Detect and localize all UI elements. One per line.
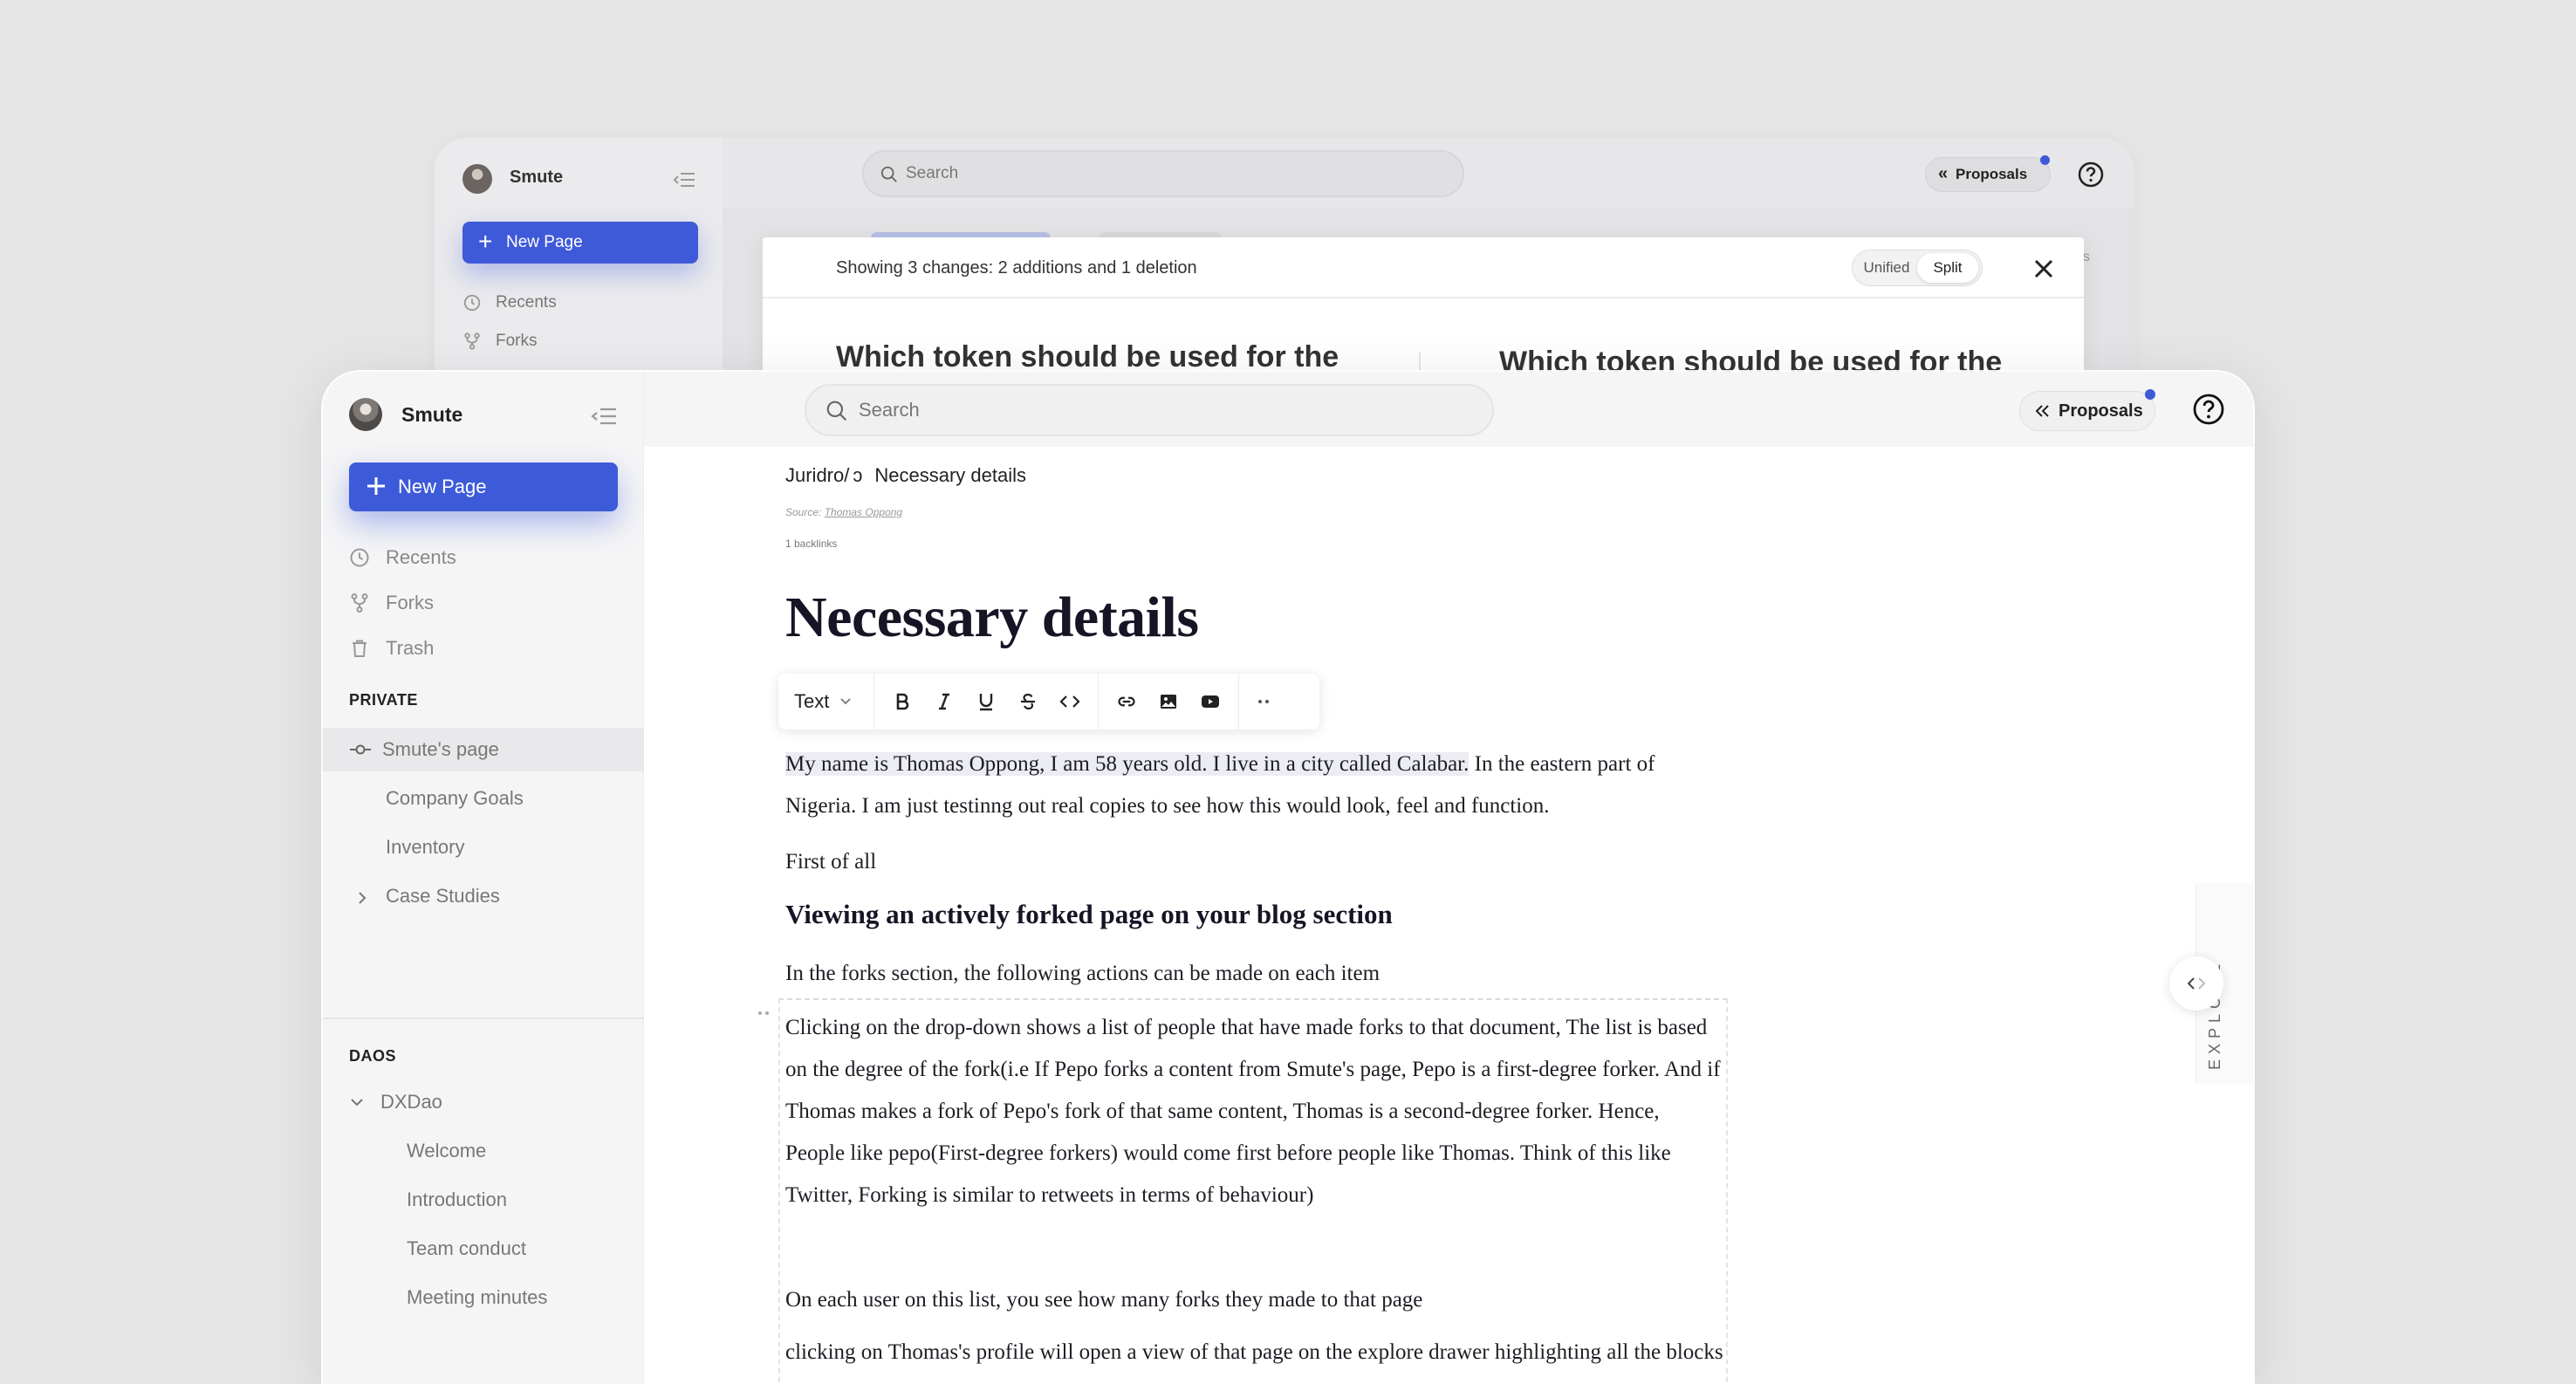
- breadcrumb-root[interactable]: Juridro/: [785, 464, 849, 486]
- drag-handle-icon[interactable]: [756, 1007, 771, 1019]
- chevron-down-icon[interactable]: [349, 1096, 365, 1108]
- underline-icon: [979, 694, 993, 711]
- paragraph-dropdown-explanation[interactable]: Clicking on the drop-down shows a list o…: [785, 1007, 1723, 1216]
- paragraph-first-of-all[interactable]: First of all: [785, 841, 1728, 883]
- search-icon: [880, 166, 897, 182]
- video-button[interactable]: [1189, 682, 1231, 721]
- app-window: Smute New Page Recents Forks Trash PRIVA…: [323, 372, 2253, 1384]
- underline-button[interactable]: [965, 682, 1007, 721]
- clock-icon: [350, 548, 369, 567]
- close-icon[interactable]: [2030, 255, 2058, 283]
- back-avatar: [462, 164, 492, 194]
- italic-button[interactable]: [923, 682, 965, 721]
- back-sidebar: Smute + New Page Recents Forks: [435, 138, 723, 400]
- paragraph-forks-section[interactable]: In the forks section, the following acti…: [785, 953, 1728, 995]
- strikethrough-button[interactable]: [1007, 682, 1049, 721]
- strikethrough-icon: [1021, 693, 1035, 710]
- bold-icon: [896, 693, 909, 710]
- bold-button[interactable]: [881, 682, 923, 721]
- back-username: Smute: [510, 168, 564, 187]
- backlinks-count[interactable]: 1 backlinks: [785, 538, 837, 550]
- avatar[interactable]: [349, 398, 382, 431]
- double-chevron-left-icon: «: [1938, 164, 1949, 183]
- help-icon[interactable]: [2192, 393, 2225, 426]
- page-title: Necessary details: [785, 586, 1199, 649]
- fork-icon: [351, 593, 368, 613]
- insert-group: [1099, 674, 1239, 730]
- code-icon: [1059, 695, 1080, 708]
- plus-icon: [367, 477, 385, 495]
- username: Smute: [401, 403, 463, 426]
- sidebar-item-company-goals[interactable]: Company Goals: [386, 787, 524, 810]
- new-page-button[interactable]: New Page: [349, 462, 618, 511]
- search-input[interactable]: Search: [805, 384, 1494, 436]
- collapse-sidebar-icon[interactable]: [590, 405, 618, 428]
- block-type-select[interactable]: Text: [778, 674, 874, 730]
- code-button[interactable]: [1049, 682, 1091, 721]
- diff-left-title: Which token should be used for the: [836, 340, 1339, 373]
- diff-summary: Showing 3 changes: 2 additions and 1 del…: [836, 258, 1197, 277]
- paragraph-profile-view[interactable]: clicking on Thomas's profile will open a…: [785, 1332, 1728, 1384]
- notification-dot: [2040, 155, 2050, 165]
- sidebar: Smute New Page Recents Forks Trash PRIVA…: [323, 372, 644, 1384]
- sidebar-item-smutes-page[interactable]: Smute's page: [323, 728, 644, 771]
- italic-icon: [939, 693, 949, 710]
- image-button[interactable]: [1148, 682, 1189, 721]
- link-icon: [1118, 696, 1135, 707]
- sidebar-item-welcome[interactable]: Welcome: [407, 1140, 486, 1162]
- notification-dot: [2145, 389, 2155, 400]
- plus-icon: +: [478, 228, 493, 255]
- breadcrumb-separator: ↄ: [853, 464, 863, 486]
- chevron-down-icon: [840, 698, 851, 705]
- source-line: Source: Thomas Oppong: [785, 506, 903, 518]
- sidebar-item-forks[interactable]: Forks: [349, 592, 434, 614]
- source-author-link[interactable]: Thomas Oppong: [825, 506, 902, 518]
- fork-icon: [464, 332, 480, 350]
- breadcrumb-current: Necessary details: [874, 464, 1026, 486]
- sidebar-item-team-conduct[interactable]: Team conduct: [407, 1237, 526, 1260]
- sidebar-divider: [323, 1017, 644, 1019]
- chevron-left-right-icon: [2187, 977, 2206, 990]
- text-style-group: [874, 674, 1099, 730]
- section-label-private: PRIVATE: [349, 691, 418, 709]
- link-button[interactable]: [1106, 682, 1148, 721]
- section-heading[interactable]: Viewing an actively forked page on your …: [785, 894, 1728, 935]
- image-icon: [1161, 695, 1176, 709]
- collapse-sidebar-icon: [673, 173, 695, 187]
- chevron-right-icon[interactable]: [356, 890, 368, 906]
- video-icon: [1202, 695, 1219, 708]
- double-chevron-left-icon: [2035, 405, 2049, 417]
- back-proposals-button: « Proposals: [1925, 157, 2051, 192]
- diff-header: Showing 3 changes: 2 additions and 1 del…: [763, 237, 2084, 298]
- paragraph-user-forks[interactable]: On each user on this list, you see how m…: [785, 1279, 1728, 1321]
- sidebar-item-trash[interactable]: Trash: [349, 637, 434, 660]
- selected-text[interactable]: My name is Thomas Oppong, I am 58 years …: [785, 752, 1470, 776]
- explore-toggle-button[interactable]: [2169, 956, 2223, 1011]
- formatting-toolbar: Text: [778, 674, 1319, 730]
- toggle-split[interactable]: Split: [1917, 253, 1978, 283]
- back-new-page-button: + New Page: [462, 222, 698, 264]
- commit-icon: [350, 744, 371, 755]
- sidebar-item-case-studies[interactable]: Case Studies: [386, 885, 500, 908]
- section-label-daos: DAOS: [349, 1047, 397, 1065]
- diff-view-toggle[interactable]: Unified Split: [1852, 250, 1983, 286]
- breadcrumb: Juridro/ↄ Necessary details: [785, 464, 1026, 487]
- clock-icon: [463, 294, 481, 312]
- sidebar-item-introduction[interactable]: Introduction: [407, 1189, 507, 1211]
- toggle-unified[interactable]: Unified: [1856, 253, 1917, 283]
- sidebar-item-inventory[interactable]: Inventory: [386, 836, 465, 859]
- more-dots-icon: [1258, 700, 1269, 703]
- trash-icon: [353, 640, 367, 657]
- back-nav-forks: Forks: [462, 332, 538, 351]
- help-icon: [2078, 161, 2104, 188]
- search-icon: [826, 401, 847, 421]
- paragraph-intro[interactable]: My name is Thomas Oppong, I am 58 years …: [785, 743, 1728, 827]
- sidebar-item-dxdao[interactable]: DXDao: [380, 1091, 442, 1113]
- proposals-button[interactable]: Proposals: [2019, 391, 2155, 431]
- back-nav-recents: Recents: [462, 293, 557, 312]
- sidebar-item-recents[interactable]: Recents: [349, 546, 456, 569]
- back-search-input: Search: [862, 150, 1464, 197]
- sidebar-item-meeting-minutes[interactable]: Meeting minutes: [407, 1286, 547, 1309]
- more-options-button[interactable]: [1239, 697, 1288, 706]
